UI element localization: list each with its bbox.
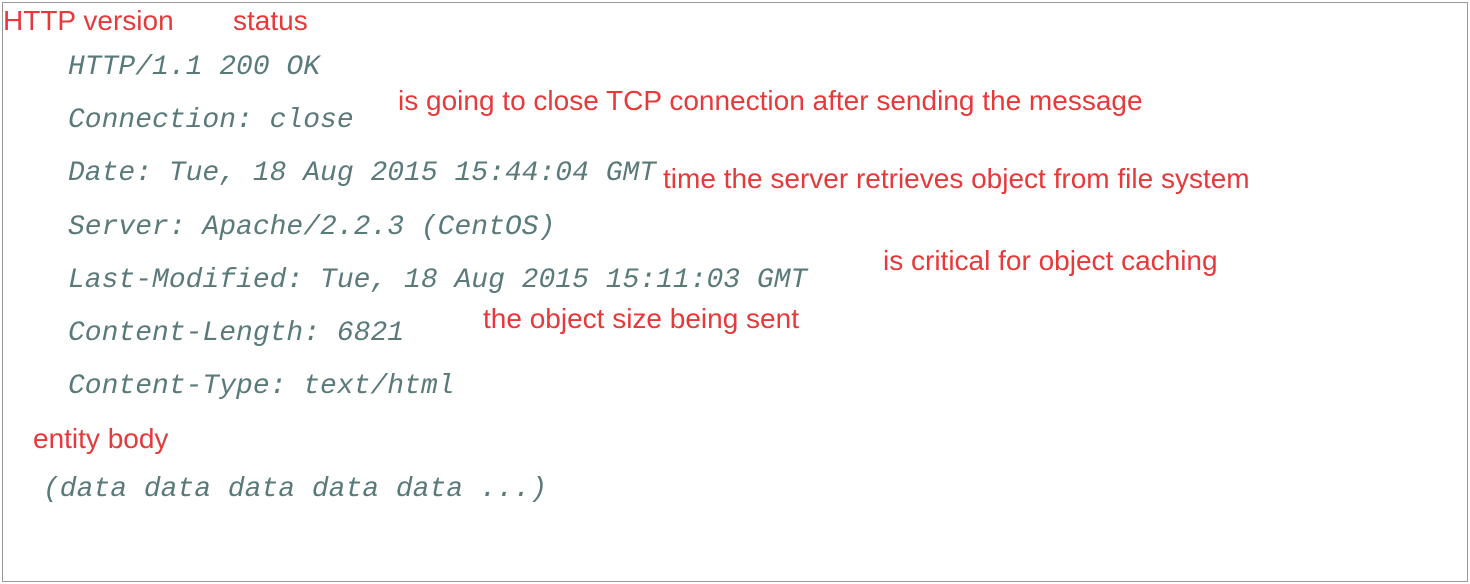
- annotation-entity-body: entity body: [33, 423, 168, 455]
- annotation-last-modified: is critical for object caching: [883, 245, 1218, 277]
- annotation-status: status: [233, 5, 308, 37]
- http-response-diagram: HTTP version status is going to close TC…: [2, 2, 1468, 582]
- annotation-connection: is going to close TCP connection after s…: [398, 85, 1143, 117]
- http-last-modified-header: Last-Modified: Tue, 18 Aug 2015 15:11:03…: [43, 254, 1427, 307]
- http-entity-body: (data data data data data ...): [43, 463, 1427, 516]
- annotation-http-version: HTTP version: [3, 5, 174, 37]
- http-content-type-header: Content-Type: text/html: [43, 360, 1427, 413]
- annotation-content-length: the object size being sent: [483, 303, 799, 335]
- annotation-date: time the server retrieves object from fi…: [663, 163, 1250, 195]
- http-server-header: Server: Apache/2.2.3 (CentOS): [43, 201, 1427, 254]
